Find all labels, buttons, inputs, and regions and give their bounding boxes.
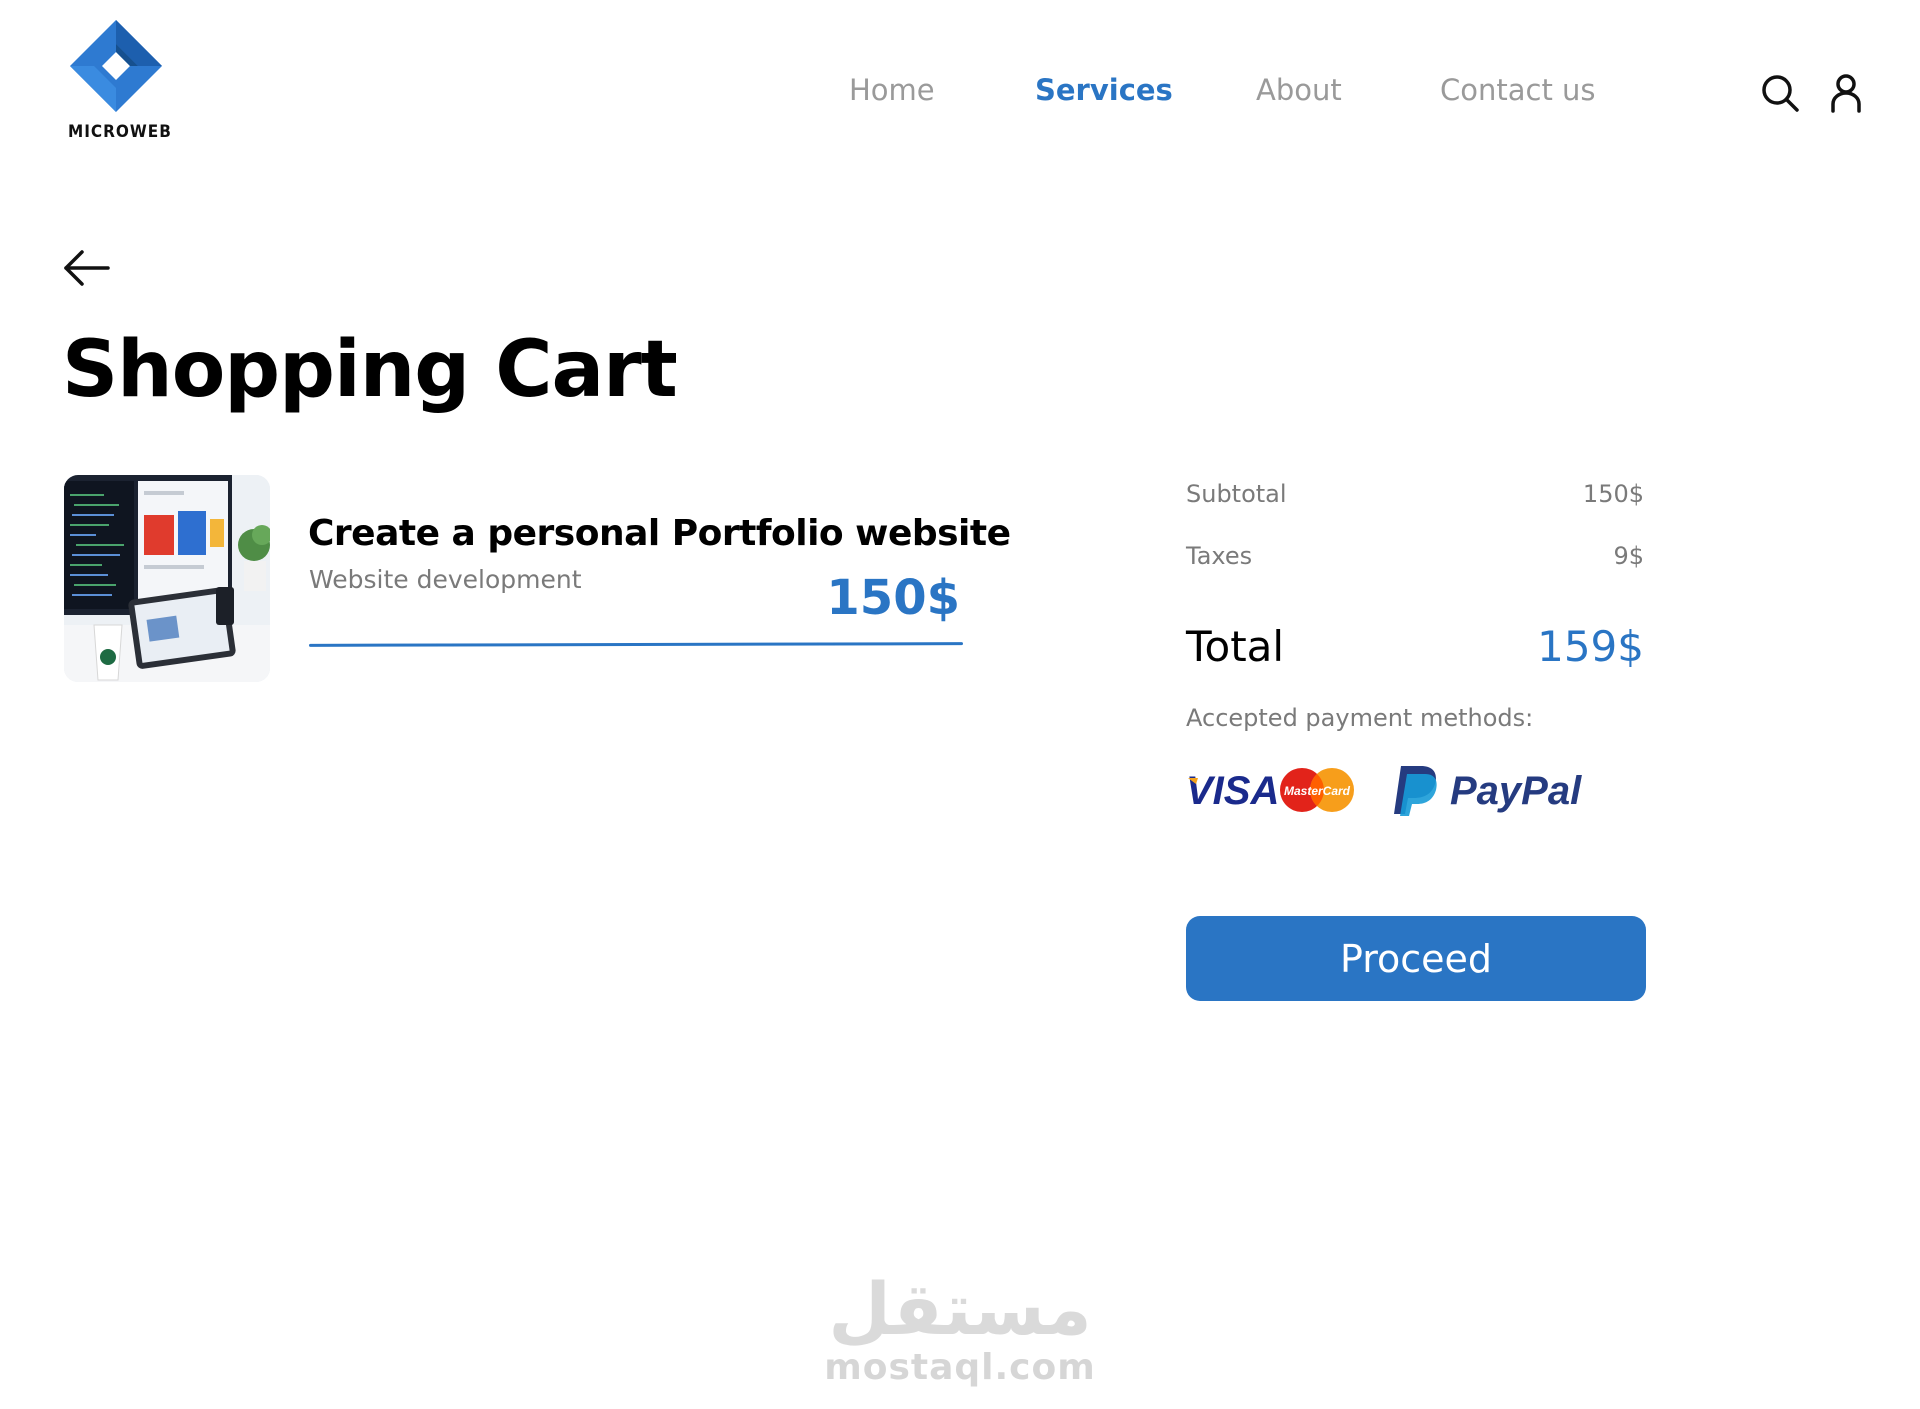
nav-home[interactable]: Home — [849, 73, 935, 113]
user-icon[interactable] — [1826, 73, 1866, 113]
watermark: مستقل mostaql.com — [820, 1270, 1100, 1388]
subtotal-value: 150$ — [1582, 480, 1644, 508]
back-arrow-icon[interactable] — [62, 248, 112, 288]
payment-methods-label: Accepted payment methods: — [1186, 704, 1534, 732]
svg-text:VISA: VISA — [1186, 769, 1279, 813]
svg-text:PayPal: PayPal — [1450, 769, 1582, 813]
mastercard-logo-icon: MasterCard — [1280, 768, 1354, 812]
proceed-button[interactable]: Proceed — [1186, 916, 1646, 1001]
svg-text:MasterCard: MasterCard — [1284, 784, 1351, 798]
brand-logo[interactable]: MICROWEB — [68, 18, 172, 143]
total-label: Total — [1186, 622, 1285, 671]
product-thumbnail — [64, 475, 270, 682]
watermark-latin: mostaql.com — [824, 1347, 1096, 1388]
cart-item-subtitle: Website development — [309, 565, 582, 594]
taxes-label: Taxes — [1186, 542, 1253, 570]
nav-about[interactable]: About — [1256, 73, 1342, 113]
watermark-arabic: مستقل — [828, 1267, 1092, 1351]
nav-services[interactable]: Services — [1035, 73, 1173, 113]
total-value: 159$ — [1537, 622, 1644, 671]
cart-item-divider — [308, 642, 964, 647]
cart-item-title[interactable]: Create a personal Portfolio website — [308, 513, 1011, 554]
cart-item-price: 150$ — [826, 570, 960, 626]
paypal-logo-icon: PayPal — [1394, 766, 1582, 816]
payment-logos: VISA MasterCard PayPal — [1186, 760, 1606, 816]
subtotal-label: Subtotal — [1186, 480, 1287, 508]
page-title: Shopping Cart — [62, 325, 678, 415]
visa-logo-icon: VISA — [1186, 769, 1279, 813]
brand-name: MICROWEB — [68, 122, 172, 142]
microweb-logo-icon — [70, 20, 162, 112]
search-icon[interactable] — [1760, 73, 1800, 113]
taxes-value: 9$ — [1613, 542, 1644, 570]
nav-contact[interactable]: Contact us — [1440, 73, 1596, 113]
